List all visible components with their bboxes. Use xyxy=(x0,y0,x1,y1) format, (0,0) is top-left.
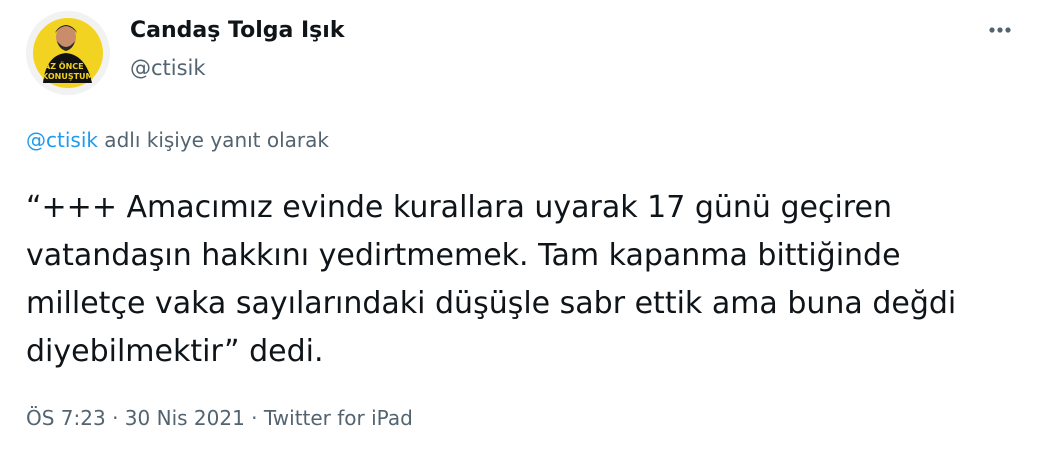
author-name[interactable]: Candaş Tolga Işık xyxy=(130,17,344,45)
meta-separator: · xyxy=(244,406,264,430)
reply-mention-link[interactable]: @ctisik xyxy=(26,128,98,152)
tweet-text: “+++ Amacımız evinde kurallara uyarak 17… xyxy=(26,190,957,369)
meta-separator: · xyxy=(105,406,125,430)
avatar-image: AZ ÖNCE KONUŞTUM xyxy=(26,11,110,95)
avatar[interactable]: AZ ÖNCE KONUŞTUM xyxy=(26,11,110,95)
tweet-date[interactable]: 30 Nis 2021 xyxy=(125,406,245,430)
more-horizontal-icon xyxy=(989,27,1011,33)
svg-text:KONUŞTUM: KONUŞTUM xyxy=(42,72,94,81)
author-handle[interactable]: @ctisik xyxy=(130,54,206,82)
tweet-meta: ÖS 7:23 · 30 Nis 2021 · Twitter for iPad xyxy=(26,404,413,432)
reply-context: @ctisik adlı kişiye yanıt olarak xyxy=(26,126,329,154)
more-options-button[interactable] xyxy=(982,14,1022,46)
tweet-source[interactable]: Twitter for iPad xyxy=(264,406,413,430)
reply-context-text: adlı kişiye yanıt olarak xyxy=(97,128,329,152)
svg-text:AZ ÖNCE: AZ ÖNCE xyxy=(44,61,84,71)
tweet-time[interactable]: ÖS 7:23 xyxy=(26,406,106,430)
